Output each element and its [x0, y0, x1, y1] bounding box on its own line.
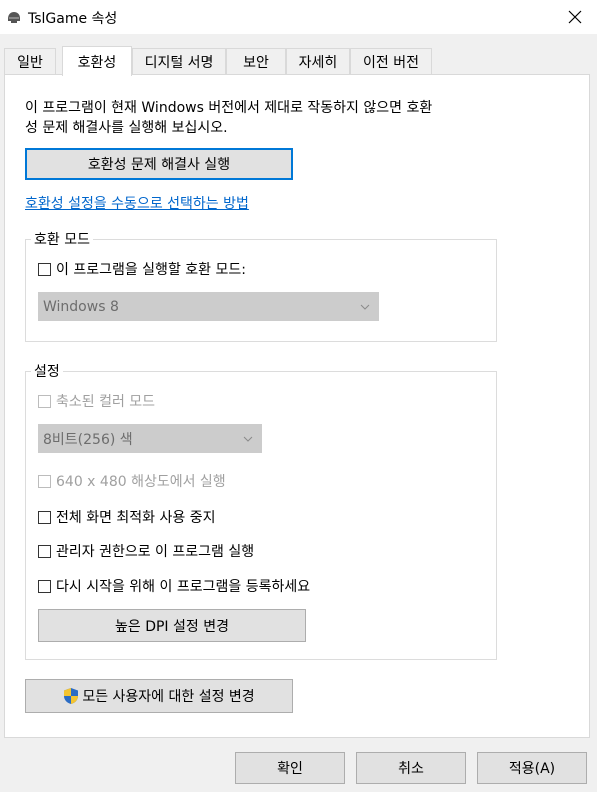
- tab-compatibility[interactable]: 호환성: [62, 46, 132, 76]
- checkbox-label: 관리자 권한으로 이 프로그램 실행: [56, 544, 255, 560]
- ok-button[interactable]: 확인: [235, 752, 345, 784]
- compat-mode-select: Windows 8: [38, 292, 379, 321]
- checkbox-box[interactable]: [38, 544, 51, 558]
- reduced-color-checkbox: 축소된 컬러 모드: [38, 391, 155, 411]
- tab-label: 호환성: [77, 54, 117, 71]
- manual-settings-link[interactable]: 호환성 설정을 수동으로 선택하는 방법: [25, 193, 249, 213]
- chevron-down-icon: [360, 304, 370, 310]
- close-button[interactable]: [560, 4, 590, 30]
- description-line: 이 프로그램이 현재 Windows 버전에서 제대로 작동하지 않으면 호환: [25, 100, 433, 116]
- compat-mode-group-label: 호환 모드: [31, 229, 93, 249]
- register-restart-checkbox[interactable]: 다시 시작을 위해 이 프로그램을 등록하세요: [38, 576, 310, 596]
- checkbox-label: 전체 화면 최적화 사용 중지: [56, 510, 216, 526]
- apply-button[interactable]: 적용(A): [477, 752, 587, 784]
- description-line: 성 문제 해결사를 실행해 보십시오.: [25, 120, 228, 136]
- settings-group-label: 설정: [31, 361, 63, 381]
- color-mode-select: 8비트(256) 색: [38, 424, 262, 453]
- checkbox-label: 이 프로그램을 실행할 호환 모드:: [56, 262, 246, 278]
- checkbox-label: 축소된 컬러 모드: [56, 394, 156, 410]
- uac-shield-icon: [64, 688, 79, 704]
- select-value: Windows 8: [43, 298, 119, 315]
- tab-label: 일반: [17, 54, 43, 71]
- app-icon: [8, 12, 20, 23]
- run-troubleshooter-button[interactable]: 호환성 문제 해결사 실행: [25, 148, 293, 180]
- tab-details[interactable]: 자세히: [286, 48, 350, 74]
- button-label: 모든 사용자에 대한 설정 변경: [82, 689, 255, 705]
- high-dpi-settings-button[interactable]: 높은 DPI 설정 변경: [38, 609, 306, 642]
- checkbox-box[interactable]: [38, 510, 51, 524]
- compat-mode-group: [25, 239, 497, 342]
- checkbox-box: [38, 474, 51, 488]
- tab-previous-versions[interactable]: 이전 버전: [350, 48, 432, 74]
- select-value: 8비트(256) 색: [43, 431, 133, 448]
- disable-fullscreen-opt-checkbox[interactable]: 전체 화면 최적화 사용 중지: [38, 507, 215, 527]
- checkbox-label: 다시 시작을 위해 이 프로그램을 등록하세요: [56, 579, 311, 595]
- cancel-button[interactable]: 취소: [356, 752, 466, 784]
- tab-label: 디지털 서명: [144, 54, 214, 71]
- tab-label: 이전 버전: [363, 54, 419, 71]
- checkbox-label: 640 x 480 해상도에서 실행: [56, 474, 226, 490]
- tab-security[interactable]: 보안: [226, 48, 286, 74]
- all-users-settings-button[interactable]: 모든 사용자에 대한 설정 변경: [25, 679, 293, 713]
- run-as-admin-checkbox[interactable]: 관리자 권한으로 이 프로그램 실행: [38, 541, 254, 561]
- compat-mode-checkbox[interactable]: 이 프로그램을 실행할 호환 모드:: [38, 259, 246, 279]
- window-title: TslGame 속성: [28, 11, 118, 27]
- res-640-checkbox: 640 x 480 해상도에서 실행: [38, 471, 226, 491]
- checkbox-box[interactable]: [38, 262, 51, 276]
- checkbox-box: [38, 394, 51, 408]
- compat-description: 이 프로그램이 현재 Windows 버전에서 제대로 작동하지 않으면 호환 …: [25, 98, 495, 138]
- tab-label: 보안: [243, 54, 269, 71]
- checkbox-box[interactable]: [38, 579, 51, 593]
- chevron-down-icon: [243, 436, 253, 442]
- tab-digital-signature[interactable]: 디지털 서명: [132, 48, 226, 74]
- close-icon: [568, 10, 582, 24]
- tab-general[interactable]: 일반: [4, 48, 56, 74]
- tab-label: 자세히: [298, 54, 338, 71]
